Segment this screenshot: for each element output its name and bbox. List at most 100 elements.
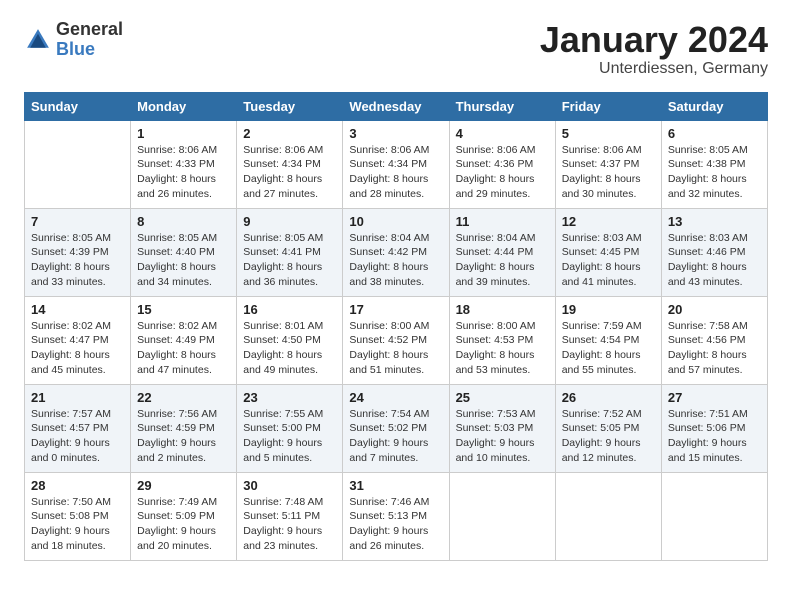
day-number: 21 (31, 390, 124, 405)
calendar-cell: 5Sunrise: 8:06 AMSunset: 4:37 PMDaylight… (555, 120, 661, 208)
cell-content: Sunrise: 8:03 AMSunset: 4:46 PMDaylight:… (668, 231, 761, 290)
calendar-cell: 25Sunrise: 7:53 AMSunset: 5:03 PMDayligh… (449, 384, 555, 472)
cell-content: Sunrise: 8:06 AMSunset: 4:36 PMDaylight:… (456, 143, 549, 202)
cell-content: Sunrise: 8:06 AMSunset: 4:33 PMDaylight:… (137, 143, 230, 202)
cell-content: Sunrise: 8:02 AMSunset: 4:47 PMDaylight:… (31, 319, 124, 378)
cell-content: Sunrise: 7:59 AMSunset: 4:54 PMDaylight:… (562, 319, 655, 378)
day-number: 17 (349, 302, 442, 317)
logo-blue-text: Blue (56, 39, 95, 59)
day-number: 3 (349, 126, 442, 141)
cell-content: Sunrise: 7:46 AMSunset: 5:13 PMDaylight:… (349, 495, 442, 554)
calendar-cell: 23 Sunrise: 7:55 AMSunset: 5:00 PMDayligh… (237, 384, 343, 472)
month-title: January 2024 (540, 20, 768, 60)
calendar-week-3: 14Sunrise: 8:02 AMSunset: 4:47 PMDayligh… (25, 296, 768, 384)
calendar-cell: 19 Sunrise: 7:59 AMSunset: 4:54 PMDayligh… (555, 296, 661, 384)
day-number: 19 (562, 302, 655, 317)
calendar-cell: 31 Sunrise: 7:46 AMSunset: 5:13 PMDayligh… (343, 472, 449, 560)
calendar-cell: 15 Sunrise: 8:02 AMSunset: 4:49 PMDayligh… (131, 296, 237, 384)
calendar-cell: 13 Sunrise: 8:03 AMSunset: 4:46 PMDayligh… (661, 208, 767, 296)
calendar-header-row: SundayMondayTuesdayWednesdayThursdayFrid… (25, 92, 768, 120)
day-number: 30 (243, 478, 336, 493)
cell-content: Sunrise: 7:55 AMSunset: 5:00 PMDaylight:… (243, 407, 336, 466)
calendar-cell: 10Sunrise: 8:04 AMSunset: 4:42 PMDayligh… (343, 208, 449, 296)
calendar-week-5: 28 Sunrise: 7:50 AMSunset: 5:08 PMDayligh… (25, 472, 768, 560)
calendar-cell (25, 120, 131, 208)
day-number: 23 (243, 390, 336, 405)
day-number: 28 (31, 478, 124, 493)
day-number: 12 (562, 214, 655, 229)
cell-content: Sunrise: 7:56 AMSunset: 4:59 PMDaylight:… (137, 407, 230, 466)
calendar-cell: 11 Sunrise: 8:04 AMSunset: 4:44 PMDayligh… (449, 208, 555, 296)
calendar-cell: 14Sunrise: 8:02 AMSunset: 4:47 PMDayligh… (25, 296, 131, 384)
calendar-cell: 9 Sunrise: 8:05 AMSunset: 4:41 PMDaylight… (237, 208, 343, 296)
header-cell-tuesday: Tuesday (237, 92, 343, 120)
cell-content: Sunrise: 8:04 AMSunset: 4:42 PMDaylight:… (349, 231, 442, 290)
cell-content: Sunrise: 7:52 AMSunset: 5:05 PMDaylight:… (562, 407, 655, 466)
calendar-cell: 24 Sunrise: 7:54 AMSunset: 5:02 PMDayligh… (343, 384, 449, 472)
title-area: January 2024 Unterdiessen, Germany (540, 20, 768, 78)
header-cell-sunday: Sunday (25, 92, 131, 120)
cell-content: Sunrise: 8:05 AMSunset: 4:41 PMDaylight:… (243, 231, 336, 290)
day-number: 9 (243, 214, 336, 229)
calendar-cell: 28 Sunrise: 7:50 AMSunset: 5:08 PMDayligh… (25, 472, 131, 560)
day-number: 13 (668, 214, 761, 229)
calendar-table: SundayMondayTuesdayWednesdayThursdayFrid… (24, 92, 768, 561)
cell-content: Sunrise: 7:50 AMSunset: 5:08 PMDaylight:… (31, 495, 124, 554)
cell-content: Sunrise: 8:06 AMSunset: 4:37 PMDaylight:… (562, 143, 655, 202)
day-number: 8 (137, 214, 230, 229)
day-number: 26 (562, 390, 655, 405)
calendar-cell (555, 472, 661, 560)
day-number: 16 (243, 302, 336, 317)
calendar-cell: 7Sunrise: 8:05 AMSunset: 4:39 PMDaylight… (25, 208, 131, 296)
logo: General Blue (24, 20, 123, 60)
day-number: 7 (31, 214, 124, 229)
header-cell-friday: Friday (555, 92, 661, 120)
calendar-cell: 1 Sunrise: 8:06 AMSunset: 4:33 PMDaylight… (131, 120, 237, 208)
cell-content: Sunrise: 8:01 AMSunset: 4:50 PMDaylight:… (243, 319, 336, 378)
calendar-cell: 3Sunrise: 8:06 AMSunset: 4:34 PMDaylight… (343, 120, 449, 208)
cell-content: Sunrise: 8:00 AMSunset: 4:52 PMDaylight:… (349, 319, 442, 378)
day-number: 2 (243, 126, 336, 141)
calendar-cell: 18 Sunrise: 8:00 AMSunset: 4:53 PMDayligh… (449, 296, 555, 384)
cell-content: Sunrise: 8:02 AMSunset: 4:49 PMDaylight:… (137, 319, 230, 378)
calendar-cell: 30Sunrise: 7:48 AMSunset: 5:11 PMDayligh… (237, 472, 343, 560)
day-number: 11 (456, 214, 549, 229)
calendar-cell: 21 Sunrise: 7:57 AMSunset: 4:57 PMDayligh… (25, 384, 131, 472)
header: General Blue January 2024 Unterdiessen, … (24, 20, 768, 78)
cell-content: Sunrise: 8:05 AMSunset: 4:40 PMDaylight:… (137, 231, 230, 290)
subtitle: Unterdiessen, Germany (540, 60, 768, 78)
day-number: 18 (456, 302, 549, 317)
day-number: 24 (349, 390, 442, 405)
calendar-cell: 26 Sunrise: 7:52 AMSunset: 5:05 PMDayligh… (555, 384, 661, 472)
day-number: 31 (349, 478, 442, 493)
cell-content: Sunrise: 7:51 AMSunset: 5:06 PMDaylight:… (668, 407, 761, 466)
day-number: 22 (137, 390, 230, 405)
calendar-cell: 12Sunrise: 8:03 AMSunset: 4:45 PMDayligh… (555, 208, 661, 296)
calendar-week-2: 7Sunrise: 8:05 AMSunset: 4:39 PMDaylight… (25, 208, 768, 296)
day-number: 4 (456, 126, 549, 141)
day-number: 29 (137, 478, 230, 493)
day-number: 20 (668, 302, 761, 317)
cell-content: Sunrise: 7:57 AMSunset: 4:57 PMDaylight:… (31, 407, 124, 466)
logo-icon (24, 26, 52, 54)
calendar-week-1: 1 Sunrise: 8:06 AMSunset: 4:33 PMDaylight… (25, 120, 768, 208)
calendar-week-4: 21 Sunrise: 7:57 AMSunset: 4:57 PMDayligh… (25, 384, 768, 472)
calendar-cell: 2 Sunrise: 8:06 AMSunset: 4:34 PMDaylight… (237, 120, 343, 208)
cell-content: Sunrise: 7:54 AMSunset: 5:02 PMDaylight:… (349, 407, 442, 466)
cell-content: Sunrise: 8:05 AMSunset: 4:38 PMDaylight:… (668, 143, 761, 202)
cell-content: Sunrise: 8:04 AMSunset: 4:44 PMDaylight:… (456, 231, 549, 290)
calendar-cell (449, 472, 555, 560)
calendar-cell: 27 Sunrise: 7:51 AMSunset: 5:06 PMDayligh… (661, 384, 767, 472)
day-number: 27 (668, 390, 761, 405)
calendar-body: 1 Sunrise: 8:06 AMSunset: 4:33 PMDaylight… (25, 120, 768, 560)
cell-content: Sunrise: 8:06 AMSunset: 4:34 PMDaylight:… (243, 143, 336, 202)
day-number: 15 (137, 302, 230, 317)
day-number: 1 (137, 126, 230, 141)
header-cell-saturday: Saturday (661, 92, 767, 120)
calendar-cell (661, 472, 767, 560)
cell-content: Sunrise: 7:49 AMSunset: 5:09 PMDaylight:… (137, 495, 230, 554)
cell-content: Sunrise: 8:00 AMSunset: 4:53 PMDaylight:… (456, 319, 549, 378)
header-cell-monday: Monday (131, 92, 237, 120)
calendar-cell: 6Sunrise: 8:05 AMSunset: 4:38 PMDaylight… (661, 120, 767, 208)
header-cell-wednesday: Wednesday (343, 92, 449, 120)
